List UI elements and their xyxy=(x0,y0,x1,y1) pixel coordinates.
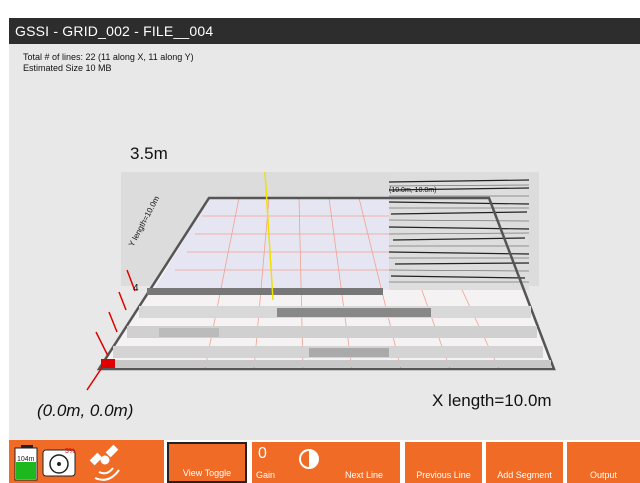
grid-3d-scene[interactable]: 4 xyxy=(9,44,640,440)
view-toggle-label: View Toggle xyxy=(182,468,232,478)
far-corner-label: (10.0m, 10.0m) xyxy=(389,187,437,194)
battery-label: 104m xyxy=(17,456,35,463)
depth-label: 3.5m xyxy=(130,144,168,163)
origin-label: (0.0m, 0.0m) xyxy=(37,401,134,420)
previous-line-button[interactable]: Previous Line xyxy=(405,442,482,483)
next-line-label: Next Line xyxy=(344,470,384,480)
x-length-label: X length=10.0m xyxy=(432,391,552,410)
window-title: GSSI - GRID_002 - FILE__004 xyxy=(9,18,640,44)
view-toggle-button[interactable]: View Toggle xyxy=(167,442,247,483)
line-marker: 4 xyxy=(133,283,139,294)
output-label: Output xyxy=(589,470,618,480)
gain-button[interactable]: 0 Gain xyxy=(252,442,328,483)
previous-line-label: Previous Line xyxy=(416,470,471,480)
gain-label: Gain xyxy=(256,470,276,480)
status-panel: 104m 3% xyxy=(9,440,164,483)
status-icons: 104m 3% xyxy=(14,444,120,481)
add-segment-button[interactable]: Add Segment xyxy=(486,442,563,483)
output-button[interactable]: Output xyxy=(567,442,640,483)
contrast-icon xyxy=(299,449,319,469)
storage-label: 3% xyxy=(65,448,75,455)
gain-value: 0 xyxy=(258,445,267,462)
grid-view[interactable]: Total # of lines: 22 (11 along X, 11 alo… xyxy=(9,44,640,440)
add-segment-label: Add Segment xyxy=(497,470,552,480)
next-line-button[interactable]: Next Line xyxy=(328,442,400,483)
origin-marker xyxy=(101,359,115,368)
satellite-icon xyxy=(89,444,120,481)
bottom-toolbar: 104m 3% View Toggle 0 Gain Next Line Pre… xyxy=(9,440,640,483)
